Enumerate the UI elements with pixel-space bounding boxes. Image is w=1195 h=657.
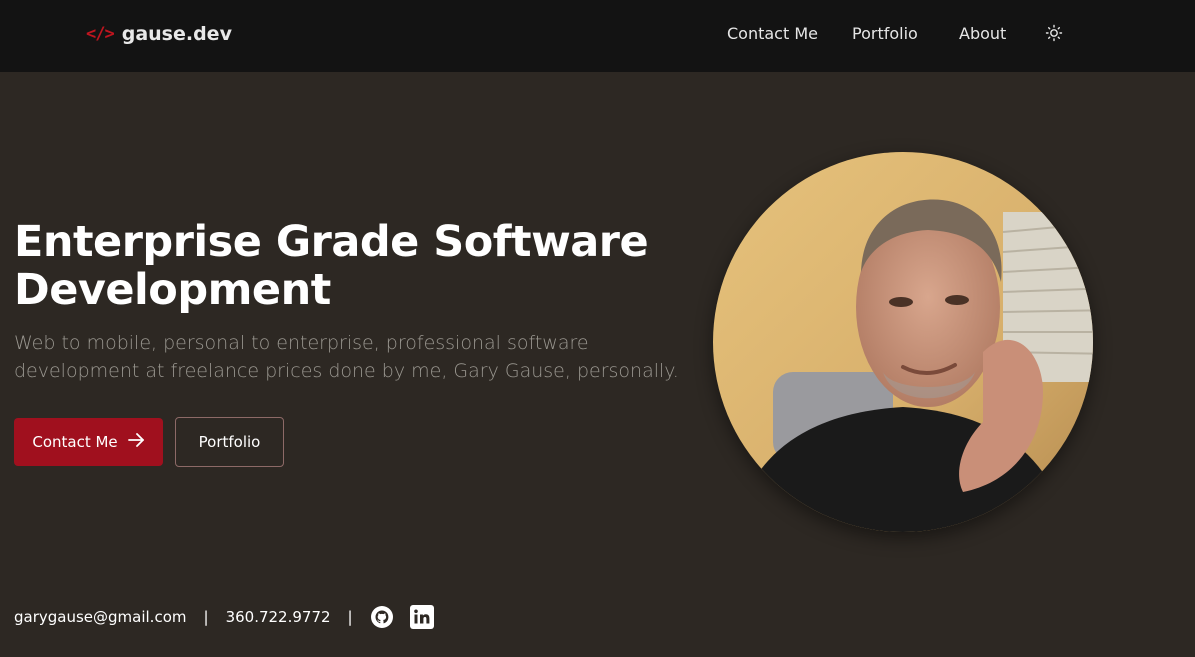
nav-about[interactable]: About bbox=[959, 24, 1006, 43]
contact-me-button[interactable]: Contact Me bbox=[14, 418, 163, 466]
linkedin-icon[interactable] bbox=[409, 605, 434, 629]
phone-link[interactable]: 360.722.9772 bbox=[226, 608, 331, 626]
email-link[interactable]: garygause@gmail.com bbox=[14, 608, 187, 626]
logo-text: gause.dev bbox=[121, 23, 232, 45]
site-header: </> gause.dev Contact Me Portfolio About bbox=[0, 0, 1195, 72]
hero-title: Enterprise Grade Software Development bbox=[14, 217, 649, 315]
separator: | bbox=[347, 608, 353, 626]
profile-photo bbox=[713, 152, 1093, 532]
separator: | bbox=[203, 608, 209, 626]
contact-bar: garygause@gmail.com | 360.722.9772 | bbox=[14, 604, 434, 630]
code-icon: </> bbox=[86, 24, 115, 44]
arrow-right-icon bbox=[127, 433, 145, 451]
hero-subtitle: Web to mobile, personal to enterprise, p… bbox=[14, 332, 679, 382]
sun-icon[interactable] bbox=[1045, 24, 1063, 42]
github-icon[interactable] bbox=[370, 605, 394, 629]
portfolio-button[interactable]: Portfolio bbox=[175, 417, 284, 467]
nav-contact-me[interactable]: Contact Me bbox=[727, 24, 818, 43]
logo[interactable]: </> gause.dev bbox=[86, 20, 232, 48]
nav-portfolio[interactable]: Portfolio bbox=[852, 24, 918, 43]
contact-me-button-label: Contact Me bbox=[32, 433, 118, 451]
